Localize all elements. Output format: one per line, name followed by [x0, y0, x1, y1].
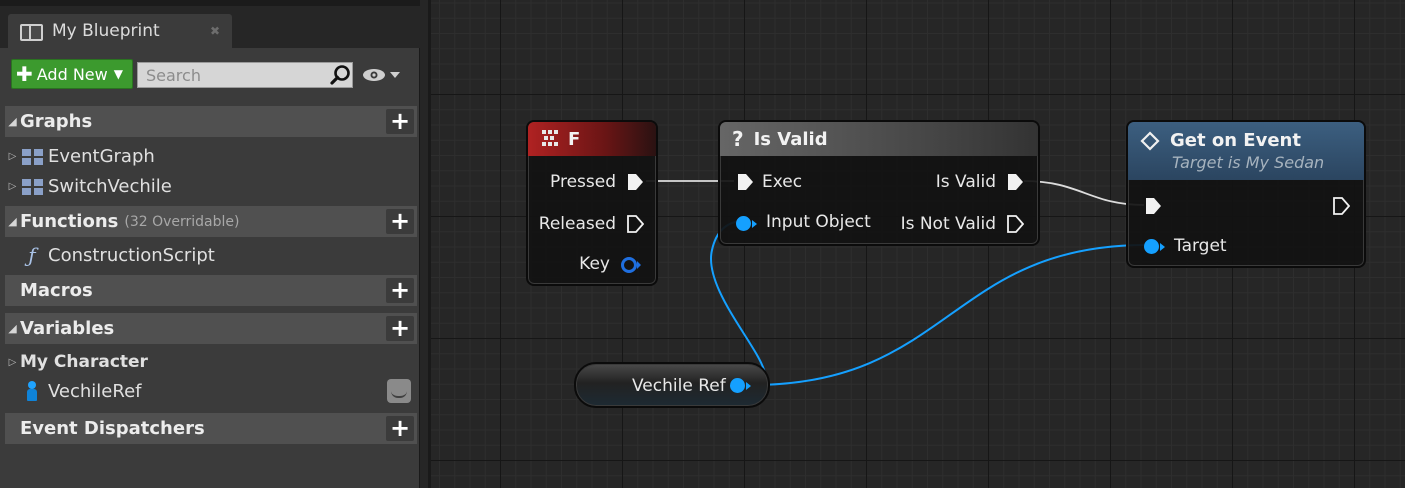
toolbar: ✚ Add New ▼ [0, 56, 420, 96]
exec-pin-is-valid-icon[interactable] [1006, 173, 1024, 191]
expand-triangle-icon: ◢ [8, 322, 17, 335]
graph-icon [20, 176, 44, 196]
pin-label-target: Target [1174, 236, 1227, 256]
category-label: Macros [20, 280, 93, 301]
override-count: (32 Overridable) [124, 213, 240, 230]
add-function-button[interactable]: + [386, 209, 414, 234]
pin-label-key: Key [579, 254, 610, 274]
pin-label-input-object: Input Object [766, 212, 871, 232]
node-title: F [568, 128, 581, 150]
object-pin-input-icon[interactable] [736, 216, 757, 231]
variable-getter-label: Vechile Ref [632, 376, 726, 396]
category-macros[interactable]: Macros + [5, 275, 417, 306]
exec-pin-released-icon[interactable] [626, 215, 644, 233]
add-graph-button[interactable]: + [386, 109, 414, 134]
close-icon[interactable]: ✖ [210, 24, 220, 38]
category-event-dispatchers[interactable]: Event Dispatchers + [5, 413, 417, 444]
node-key-f[interactable]: F Pressed Released Key [526, 120, 658, 286]
node-title-row: Get on Event [1140, 130, 1301, 151]
node-header: ? Is Valid [720, 122, 1038, 156]
item-label: SwitchVechile [48, 175, 172, 197]
function-diamond-icon [1140, 130, 1160, 151]
node-header: Get on Event Target is My Sedan [1128, 122, 1364, 180]
node-is-valid[interactable]: ? Is Valid Exec Input Object Is Valid Is… [718, 120, 1040, 246]
expand-triangle-icon: ◢ [8, 115, 17, 128]
add-new-label: Add New [36, 64, 108, 84]
node-header: F [528, 122, 656, 156]
expand-triangle-icon: ◢ [8, 215, 17, 228]
chevron-down-icon: ▼ [113, 67, 123, 81]
add-macro-button[interactable]: + [386, 278, 414, 303]
my-blueprint-panel: My Blueprint ✖ ✚ Add New ▼ ◢ Graphs + ▷ … [0, 0, 420, 488]
node-title: Is Valid [753, 128, 828, 150]
collapsed-triangle-icon: ▷ [8, 356, 17, 368]
add-variable-button[interactable]: + [386, 316, 414, 341]
search-input[interactable] [137, 62, 353, 88]
function-item-constructionscript[interactable]: ƒ ConstructionScript [5, 240, 417, 270]
object-pin-target-icon[interactable] [1144, 239, 1165, 254]
category-variables[interactable]: ◢ Variables + [5, 313, 417, 344]
tab-strip-border [0, 0, 420, 6]
variable-type-dropdown[interactable] [387, 379, 411, 403]
graph-item-switchvechile[interactable]: ▷ SwitchVechile [5, 171, 417, 201]
variable-subcategory-my-character[interactable]: ▷ My Character [5, 347, 417, 377]
struct-pin-key-icon[interactable] [620, 256, 642, 274]
node-vechile-ref-getter[interactable]: Vechile Ref [574, 362, 770, 408]
add-event-dispatcher-button[interactable]: + [386, 416, 414, 441]
collapsed-triangle-icon: ▷ [8, 150, 17, 162]
node-title: Get on Event [1170, 130, 1301, 151]
category-graphs[interactable]: ◢ Graphs + [5, 106, 417, 137]
category-functions[interactable]: ◢ Functions (32 Overridable) + [5, 206, 417, 237]
category-label: Variables [20, 318, 115, 339]
exec-pin-pressed-icon[interactable] [626, 173, 644, 191]
variable-item-vechileref[interactable]: VechileRef [5, 376, 417, 406]
function-icon: ƒ [28, 243, 36, 267]
graph-item-eventgraph[interactable]: ▷ EventGraph [5, 141, 417, 171]
plus-icon: ✚ [16, 62, 33, 86]
category-label: Event Dispatchers [20, 418, 205, 439]
pin-label-released: Released [538, 214, 616, 234]
tab-my-blueprint[interactable]: My Blueprint ✖ [8, 14, 232, 48]
node-subtitle: Target is My Sedan [1172, 153, 1325, 172]
pin-label-pressed: Pressed [550, 172, 616, 192]
keyboard-icon [542, 130, 558, 146]
pin-label-is-valid: Is Valid [935, 172, 996, 192]
question-mark-icon: ? [732, 127, 744, 151]
category-label: Graphs [20, 111, 93, 132]
collapsed-triangle-icon: ▷ [8, 180, 17, 192]
exec-pin-out-icon[interactable] [1332, 197, 1350, 215]
item-label: ConstructionScript [48, 244, 215, 266]
tab-strip: My Blueprint ✖ [0, 0, 420, 48]
exec-pin-in-icon[interactable] [736, 173, 754, 191]
book-icon [20, 23, 43, 41]
exec-pin-is-not-valid-icon[interactable] [1006, 215, 1024, 233]
eye-icon[interactable] [362, 66, 406, 84]
pin-label-is-not-valid: Is Not Valid [900, 214, 996, 234]
node-get-on-event[interactable]: Get on Event Target is My Sedan Target [1126, 120, 1366, 268]
item-label: EventGraph [48, 145, 155, 167]
exec-pin-in-icon[interactable] [1144, 197, 1162, 215]
item-label: VechileRef [48, 380, 142, 402]
pin-label-exec: Exec [762, 172, 803, 192]
variable-pawn-icon [20, 381, 44, 401]
search-icon[interactable] [330, 64, 352, 86]
graph-icon [20, 146, 44, 166]
add-new-button[interactable]: ✚ Add New ▼ [11, 59, 133, 89]
subcategory-label: My Character [20, 352, 148, 372]
category-label: Functions [20, 211, 119, 232]
tab-title: My Blueprint [52, 21, 160, 41]
object-pin-vechile-ref-icon[interactable] [730, 378, 751, 393]
